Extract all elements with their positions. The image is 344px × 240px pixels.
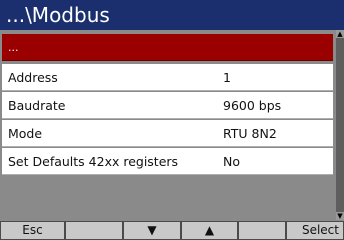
list-item-address[interactable]: Address 1: [2, 64, 333, 91]
softkey-2-button[interactable]: [65, 221, 123, 240]
list-item-mode[interactable]: Mode RTU 8N2: [2, 120, 333, 147]
scroll-down-icon[interactable]: ▼: [336, 212, 344, 220]
down-arrow-button[interactable]: ▼: [123, 221, 181, 240]
window-title: ...\Modbus: [0, 0, 344, 30]
list-item-value: 9600 bps: [223, 98, 282, 113]
list-item-label: ...: [8, 41, 19, 54]
select-button[interactable]: Select: [286, 221, 344, 240]
list-item-label: Baudrate: [8, 98, 66, 113]
list-item-label: Address: [8, 70, 58, 85]
softkey-bar: Esc ▼ ▲ Select: [0, 221, 344, 240]
list-item-back[interactable]: ...: [2, 34, 333, 61]
esc-button[interactable]: Esc: [0, 221, 65, 240]
list-item-value: No: [223, 154, 240, 169]
softkey-5-button[interactable]: [238, 221, 286, 240]
list-item-label: Mode: [8, 126, 43, 141]
list-item-value: RTU 8N2: [223, 126, 277, 141]
list-item-baudrate[interactable]: Baudrate 9600 bps: [2, 92, 333, 119]
scrollbar[interactable]: ▲ ▼: [336, 30, 344, 220]
settings-list: ... Address 1 Baudrate 9600 bps Mode RTU…: [0, 30, 344, 220]
list-item-value: 1: [223, 70, 231, 85]
list-item-label: Set Defaults 42xx registers: [8, 154, 179, 169]
up-arrow-button[interactable]: ▲: [181, 221, 238, 240]
scroll-up-icon[interactable]: ▲: [336, 30, 344, 38]
list-item-set-defaults[interactable]: Set Defaults 42xx registers No: [2, 148, 333, 175]
